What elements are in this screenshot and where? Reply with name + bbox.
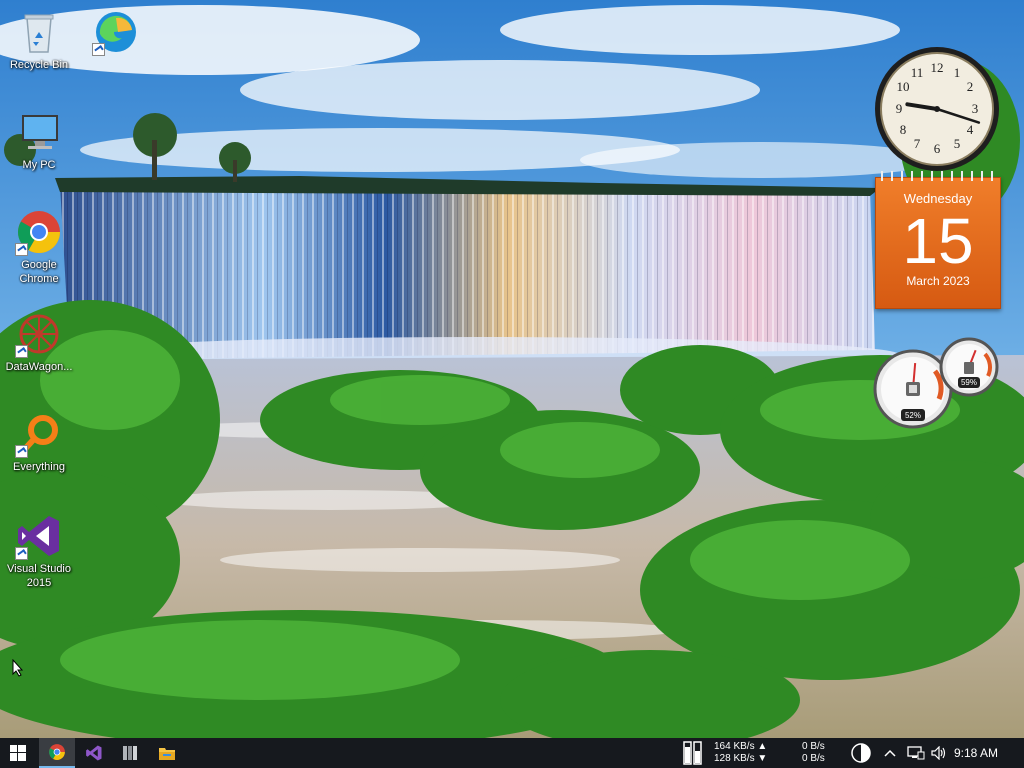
- svg-text:2: 2: [967, 79, 974, 94]
- disk-write-rate: 0 B/s: [802, 753, 825, 764]
- chevron-up-icon: [884, 749, 896, 757]
- calendar-binding-rings: [876, 171, 1000, 181]
- this-pc-label: My PC: [22, 159, 56, 171]
- half-moon-icon: [851, 743, 871, 763]
- svg-text:4: 4: [967, 122, 974, 137]
- mouse-pointer-icon: [12, 658, 24, 682]
- chrome-desktop-icon[interactable]: Google Chrome: [1, 208, 77, 286]
- cpu-percent-label: 52%: [905, 411, 921, 420]
- archive-books-icon: [123, 746, 137, 760]
- shortcut-arrow-icon: [15, 243, 28, 256]
- speaker-icon: [931, 746, 946, 760]
- svg-text:11: 11: [911, 65, 924, 80]
- this-pc-desktop-icon[interactable]: My PC: [1, 108, 77, 172]
- night-light-toggle[interactable]: [850, 743, 872, 763]
- datawagon-label: DataWagon...: [5, 361, 73, 373]
- analog-clock-gadget[interactable]: 12 1 2 345 678 9 10 11: [873, 45, 1001, 173]
- visual-studio-desktop-icon[interactable]: Visual Studio 2015: [1, 512, 77, 590]
- chrome-label: Google Chrome: [19, 259, 59, 285]
- download-rate: 164 KB/s: [714, 741, 755, 752]
- archive-taskbar-button[interactable]: [112, 738, 148, 768]
- svg-text:8: 8: [900, 122, 907, 137]
- chrome-taskbar-button[interactable]: [39, 738, 75, 768]
- visual-studio-icon: [15, 512, 63, 560]
- computer-monitor-icon: [15, 108, 63, 156]
- svg-text:7: 7: [914, 136, 921, 151]
- taskbar: 164 KB/s ▲ 128 KB/s ▼ 0 B/s 0 B/s 9:18 A…: [0, 738, 1024, 768]
- cpu-meter-gadget[interactable]: 52% 59%: [873, 337, 1003, 432]
- recycle-bin-desktop-icon[interactable]: Recycle Bin: [1, 8, 77, 72]
- network-status-button[interactable]: [906, 744, 926, 762]
- shortcut-arrow-icon: [15, 547, 28, 560]
- start-button[interactable]: [0, 738, 36, 768]
- svg-text:1: 1: [954, 65, 961, 80]
- shortcut-arrow-icon: [15, 445, 28, 458]
- chrome-icon: [15, 208, 63, 256]
- visual-studio-icon: [86, 745, 102, 761]
- calendar-month-year: March 2023: [906, 274, 970, 288]
- network-wired-icon: [907, 746, 925, 760]
- upload-arrow-icon: ▼: [757, 753, 768, 764]
- volume-button[interactable]: [930, 744, 948, 762]
- edge-desktop-icon[interactable]: [78, 8, 154, 58]
- svg-text:5: 5: [954, 136, 961, 151]
- datawagon-desktop-icon[interactable]: DataWagon...: [1, 310, 77, 374]
- svg-text:3: 3: [972, 101, 979, 116]
- disk-read-rate: 0 B/s: [802, 741, 825, 752]
- svg-text:9: 9: [896, 101, 903, 116]
- everything-label: Everything: [13, 461, 65, 473]
- disk-activity-icon: [683, 741, 702, 765]
- memory-percent-label: 59%: [961, 378, 977, 387]
- recycle-bin-icon: [15, 8, 63, 56]
- chrome-icon: [49, 744, 65, 760]
- everything-desktop-icon[interactable]: Everything: [1, 410, 77, 474]
- taskbar-clock[interactable]: 9:18 AM: [954, 746, 998, 760]
- recycle-bin-label: Recycle Bin: [9, 59, 69, 71]
- datawagon-wheel-icon: [15, 310, 63, 358]
- file-explorer-taskbar-button[interactable]: [149, 738, 185, 768]
- edge-icon: [92, 8, 140, 56]
- svg-text:10: 10: [897, 79, 910, 94]
- desktop-wallpaper: [0, 0, 1024, 738]
- visual-studio-label: Visual Studio 2015: [6, 563, 71, 589]
- shortcut-arrow-icon: [15, 345, 28, 358]
- calendar-weekday: Wednesday: [903, 191, 973, 206]
- calendar-gadget[interactable]: Wednesday 15 March 2023: [875, 171, 1001, 309]
- windows-logo-icon: [10, 745, 26, 761]
- download-arrow-icon: ▲: [757, 741, 768, 752]
- network-disk-meter[interactable]: 164 KB/s ▲ 128 KB/s ▼ 0 B/s 0 B/s: [681, 740, 831, 766]
- svg-text:6: 6: [934, 141, 941, 156]
- folder-icon: [159, 748, 175, 760]
- upload-rate: 128 KB/s: [714, 753, 755, 764]
- svg-text:12: 12: [931, 60, 944, 75]
- shortcut-arrow-icon: [92, 43, 105, 56]
- magnifier-icon: [15, 410, 63, 458]
- calendar-day: 15: [902, 205, 974, 277]
- visual-studio-taskbar-button[interactable]: [76, 738, 112, 768]
- show-hidden-icons-button[interactable]: [882, 744, 898, 762]
